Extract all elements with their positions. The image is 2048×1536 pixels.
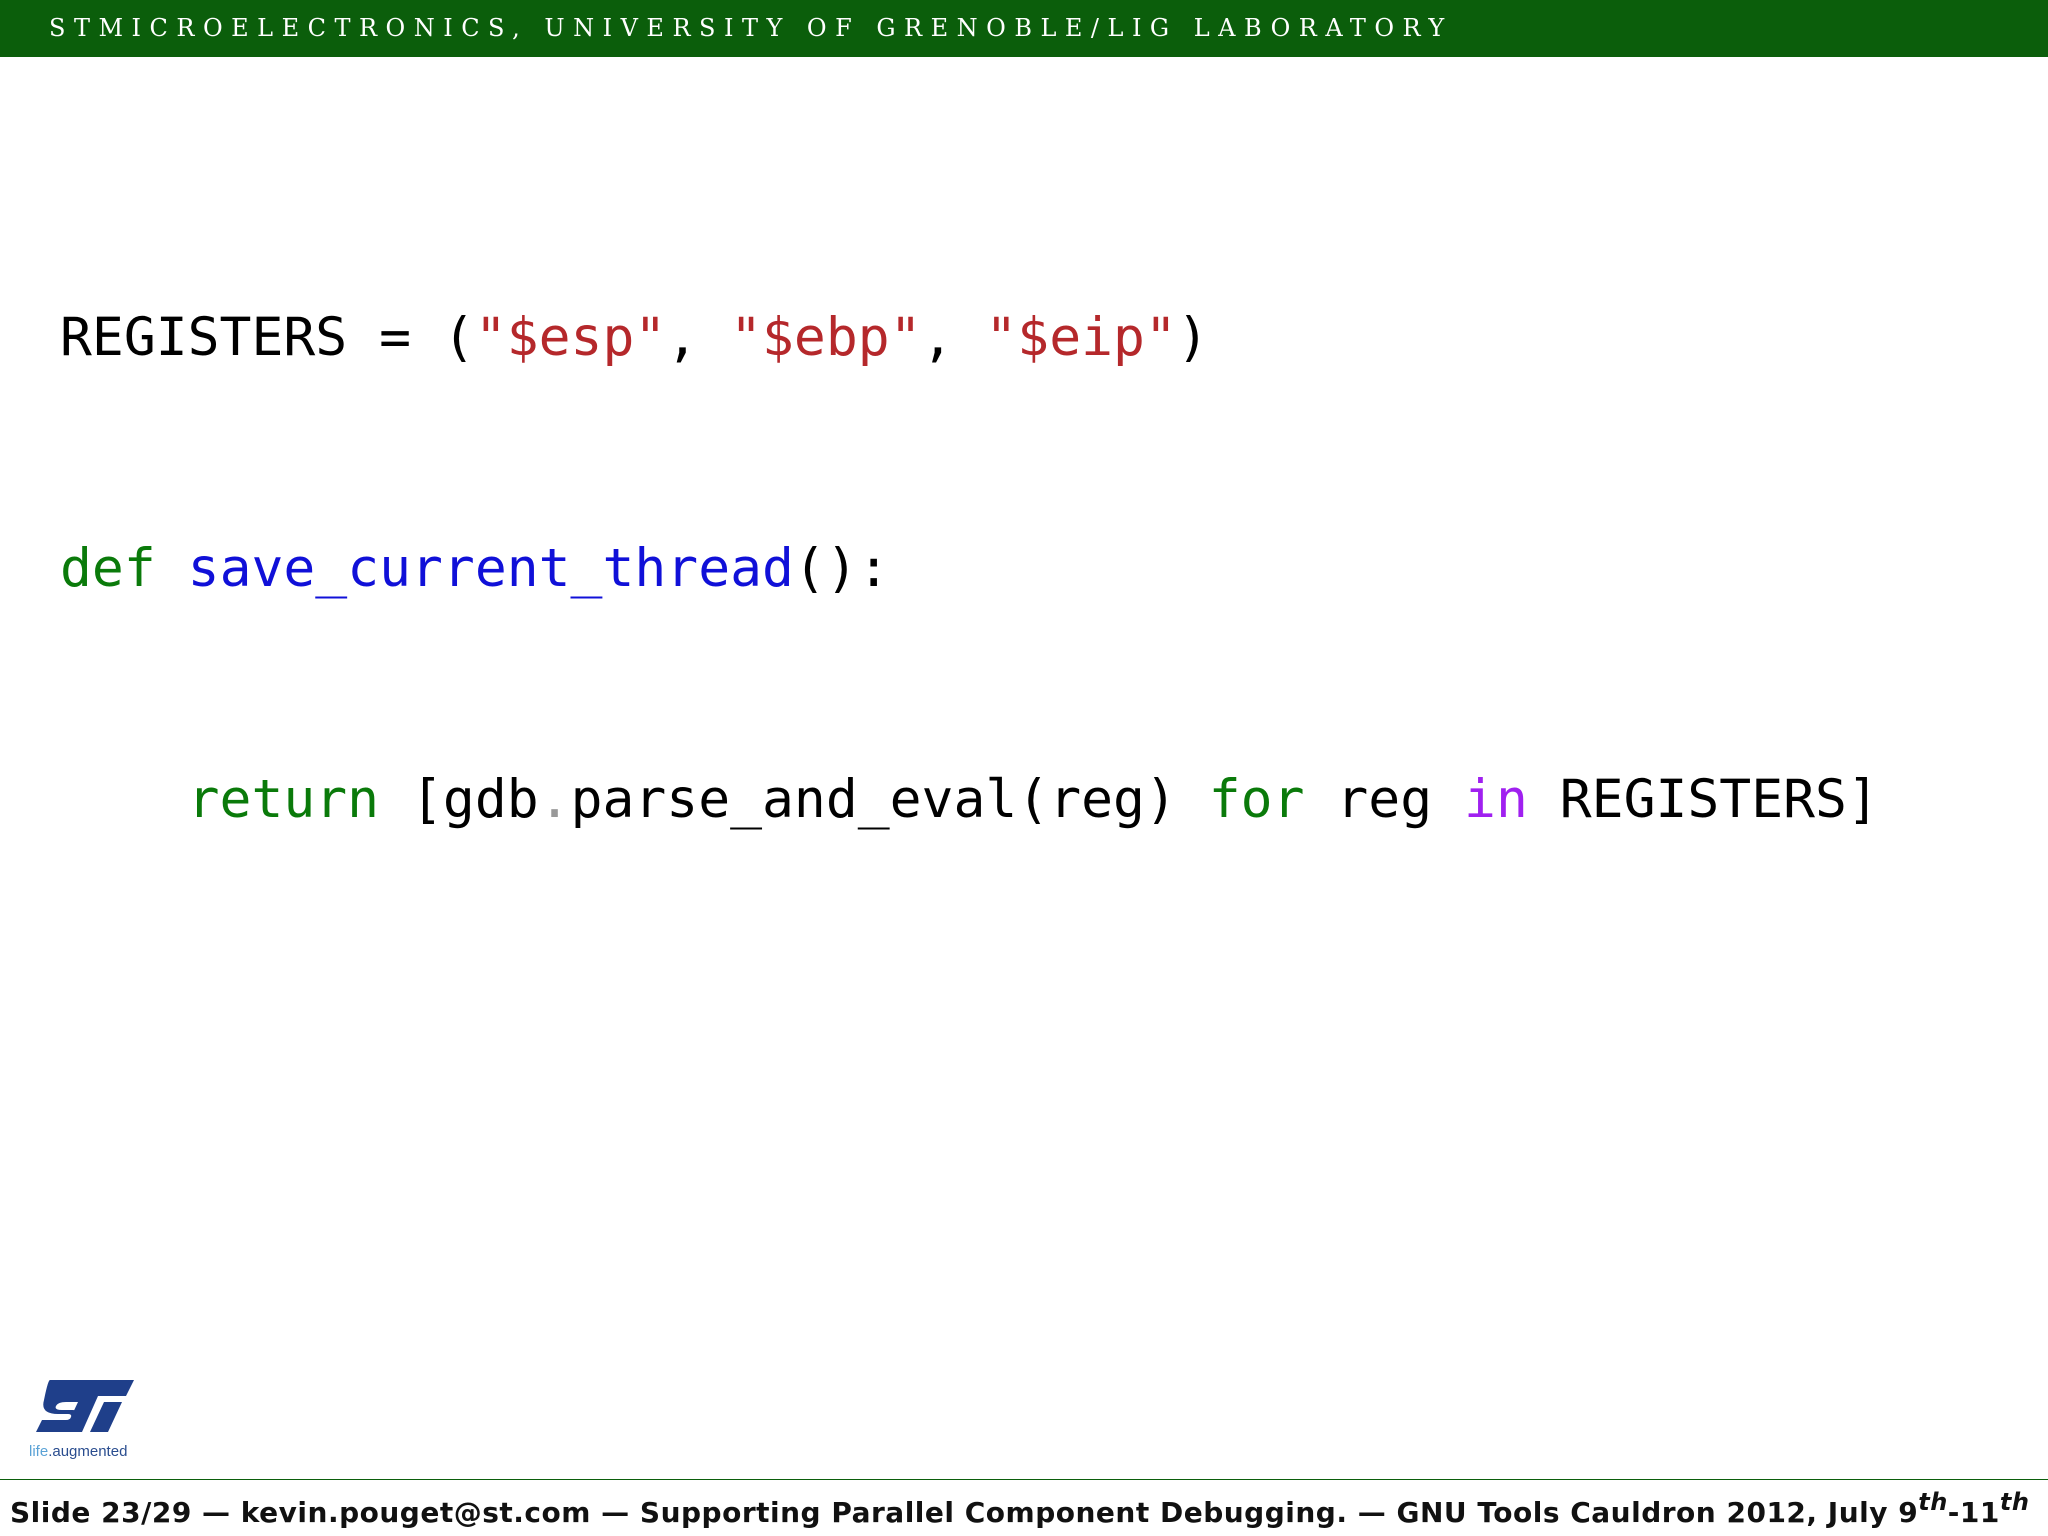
header-bar: STMicroelectronics, University of Grenob… [0, 0, 2048, 57]
code-line-3: return [gdb.parse_and_eval(reg) for reg … [60, 761, 1879, 838]
code-string: "$esp" [474, 307, 667, 368]
code-dot: . [538, 769, 571, 830]
code-keyword: for [1208, 769, 1305, 830]
footer-sup-1: th [1918, 1488, 1948, 1516]
footer-main: Slide 23/29 — kevin.pouget@st.com — Supp… [10, 1496, 1919, 1529]
code-line-1: REGISTERS = ("$esp", "$ebp", "$eip") [60, 299, 1879, 376]
code-punctuation: , [921, 307, 986, 368]
code-punctuation: , [666, 307, 731, 368]
footer-text: Slide 23/29 — kevin.pouget@st.com — Supp… [10, 1490, 2029, 1533]
header-affiliation: STMicroelectronics, University of Grenob… [49, 14, 1453, 42]
code-line-2: def save_current_thread(): [60, 530, 1879, 607]
code-operator: = ( [347, 307, 475, 368]
code-text: reg [1304, 769, 1465, 830]
code-identifier: REGISTERS [60, 307, 348, 368]
code-text: [gdb [379, 769, 539, 830]
logo-tagline: life.augmented [29, 1443, 127, 1460]
code-keyword: return [187, 769, 380, 830]
logo-tagline-life: life [29, 1443, 49, 1460]
code-keyword-in: in [1464, 769, 1528, 830]
footer-sup-2: th [1999, 1488, 2030, 1516]
code-text: REGISTERS] [1527, 769, 1879, 830]
code-text: parse_and_eval(reg) [570, 769, 1209, 830]
code-block: REGISTERS = ("$esp", "$ebp", "$eip") def… [60, 145, 1879, 915]
footer-divider [0, 1479, 2048, 1480]
code-string: "$ebp" [730, 307, 922, 368]
code-function-name: save_current_thread [187, 538, 794, 599]
code-string: "$eip" [985, 307, 1177, 368]
code-punctuation: (): [793, 538, 890, 599]
footer-mid: -11 [1947, 1496, 2000, 1529]
code-keyword: def [60, 538, 156, 599]
logo-tagline-augmented: .augmented [48, 1443, 128, 1460]
code-punctuation: ) [1176, 307, 1209, 368]
